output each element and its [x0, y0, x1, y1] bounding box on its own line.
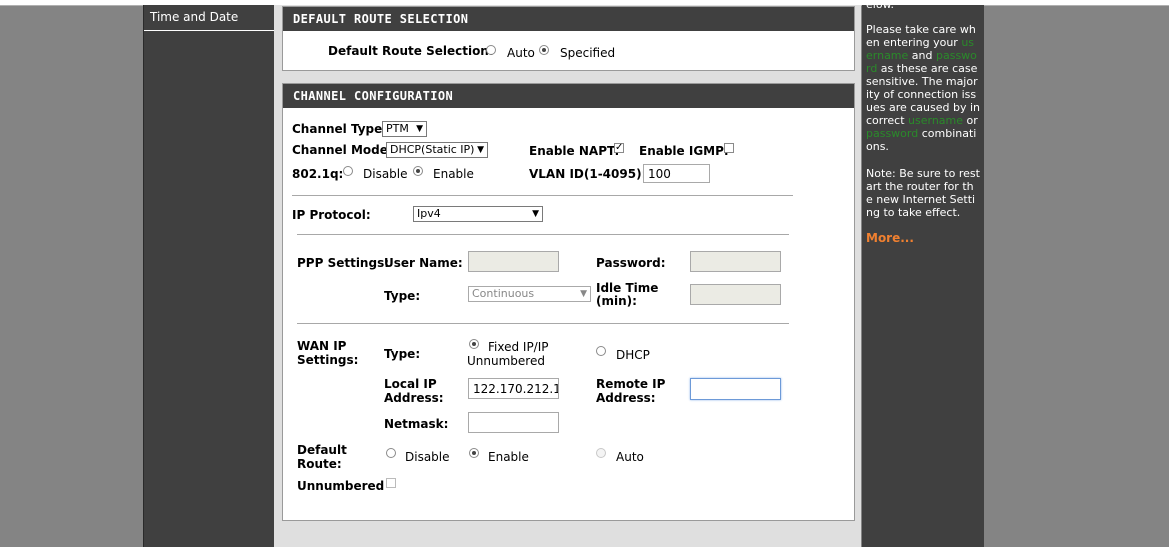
wan-type-label: Type:: [384, 347, 421, 361]
wan-fixed-ip-radio[interactable]: [469, 339, 479, 349]
dot1q-enable-label: Enable: [433, 167, 474, 181]
vlan-id-input[interactable]: 100: [643, 164, 710, 183]
ip-protocol-select[interactable]: Ipv4 ▼: [413, 206, 543, 222]
help-text: and: [908, 49, 936, 62]
wan-default-route-enable-label: Enable: [488, 450, 529, 464]
help-highlight-password: password: [866, 127, 919, 140]
default-route-specified-label: Specified: [560, 46, 616, 60]
enable-igmp-label: Enable IGMP:: [639, 144, 729, 158]
remote-ip-label-2: Address:: [596, 391, 656, 405]
chevron-down-icon: ▼: [532, 209, 539, 219]
wan-default-route-disable-radio[interactable]: [386, 448, 396, 458]
local-ip-label-2: Address:: [384, 391, 444, 405]
default-route-header: DEFAULT ROUTE SELECTION: [283, 7, 854, 31]
ppp-username-label: User Name:: [384, 256, 463, 270]
wan-default-route-auto-radio[interactable]: [596, 448, 606, 458]
remote-ip-label: Remote IP: [596, 377, 666, 391]
channel-mode-value: DHCP(Static IP): [390, 143, 475, 156]
channel-configuration-header: CHANNEL CONFIGURATION: [283, 84, 854, 108]
dot1q-disable-radio[interactable]: [343, 166, 353, 176]
wan-fixed-ip-label: Fixed IP/IP: [488, 340, 549, 354]
netmask-label: Netmask:: [384, 417, 449, 431]
ppp-idle-time-label: Idle Time: [596, 281, 659, 295]
dot1q-label: 802.1q:: [292, 167, 344, 181]
ppp-idle-time-unit-label: (min):: [596, 294, 637, 308]
default-route-section: DEFAULT ROUTE SELECTION Default Route Se…: [282, 6, 855, 71]
wan-default-route-disable-label: Disable: [405, 450, 450, 464]
wan-dhcp-radio[interactable]: [596, 346, 606, 356]
default-route-specified-radio[interactable]: [539, 45, 549, 55]
wan-default-route-auto-label: Auto: [616, 450, 644, 464]
ppp-password-label: Password:: [596, 256, 666, 270]
channel-mode-label: Channel Mode:: [292, 143, 393, 157]
help-text: or: [963, 114, 978, 127]
ppp-idle-time-input[interactable]: [690, 284, 781, 305]
chevron-down-icon: ▼: [477, 145, 484, 155]
netmask-input[interactable]: [468, 412, 559, 433]
enable-igmp-checkbox[interactable]: [724, 143, 734, 153]
dot1q-disable-label: Disable: [363, 167, 408, 181]
dot1q-enable-radio[interactable]: [413, 166, 423, 176]
divider: [297, 234, 789, 235]
channel-mode-select[interactable]: DHCP(Static IP) ▼: [386, 142, 488, 158]
ppp-type-value: Continuous: [472, 287, 535, 300]
enable-napt-checkbox[interactable]: ✓: [614, 143, 624, 153]
wan-ip-settings-label: WAN IP: [297, 339, 347, 353]
channel-configuration-section: CHANNEL CONFIGURATION Channel Type: PTM ▼…: [282, 83, 855, 521]
chevron-down-icon: ▼: [416, 124, 423, 134]
default-route-auto-radio[interactable]: [486, 45, 496, 55]
remote-ip-input[interactable]: [690, 378, 781, 400]
ppp-type-label: Type:: [384, 289, 421, 303]
sidebar-item-time-and-date[interactable]: Time and Date: [144, 5, 274, 31]
unnumbered-checkbox[interactable]: [386, 478, 396, 488]
ppp-settings-label: PPP Settings:: [297, 256, 390, 270]
default-route-label: Default: [297, 443, 347, 457]
help-highlight-username: username: [908, 114, 964, 127]
wan-default-route-enable-radio[interactable]: [469, 448, 479, 458]
help-cut-text: elow.: [866, 5, 980, 11]
help-paragraph-case-sensitive: Please take care when entering your user…: [866, 23, 980, 153]
default-route-auto-label: Auto: [507, 46, 535, 60]
help-text: Please take care when entering your: [866, 23, 976, 49]
ppp-password-input[interactable]: [690, 251, 781, 272]
vlan-id-label: VLAN ID(1-4095):: [529, 167, 647, 181]
default-route-label: Default Route Selection:: [328, 44, 494, 58]
wan-fixed-ip-label-2: Unnumbered: [467, 354, 545, 368]
chevron-down-icon: ▼: [580, 289, 587, 299]
help-paragraph-restart-note: Note: Be sure to restart the router for …: [866, 167, 980, 219]
wan-ip-settings-label-2: Settings:: [297, 353, 359, 367]
divider: [292, 195, 793, 196]
channel-type-value: PTM: [386, 122, 409, 135]
help-panel: elow. Please take care when entering you…: [862, 5, 984, 547]
unnumbered-label: Unnumbered: [297, 479, 385, 493]
help-more-link[interactable]: More...: [866, 232, 980, 245]
wan-dhcp-label: DHCP: [616, 348, 650, 362]
left-sidebar: Time and Date: [143, 5, 274, 547]
default-route-label-2: Route:: [297, 457, 342, 471]
enable-napt-label: Enable NAPT:: [529, 144, 620, 158]
local-ip-label: Local IP: [384, 377, 437, 391]
ip-protocol-value: Ipv4: [417, 207, 441, 220]
divider: [297, 323, 789, 324]
ppp-type-select[interactable]: Continuous ▼: [468, 286, 591, 302]
main-content: DEFAULT ROUTE SELECTION Default Route Se…: [274, 5, 861, 547]
ppp-username-input[interactable]: [468, 251, 559, 272]
channel-type-label: Channel Type:: [292, 122, 388, 136]
local-ip-input[interactable]: 122.170.212.10: [468, 378, 559, 399]
ip-protocol-label: IP Protocol:: [292, 208, 371, 222]
channel-type-select[interactable]: PTM ▼: [382, 121, 427, 137]
